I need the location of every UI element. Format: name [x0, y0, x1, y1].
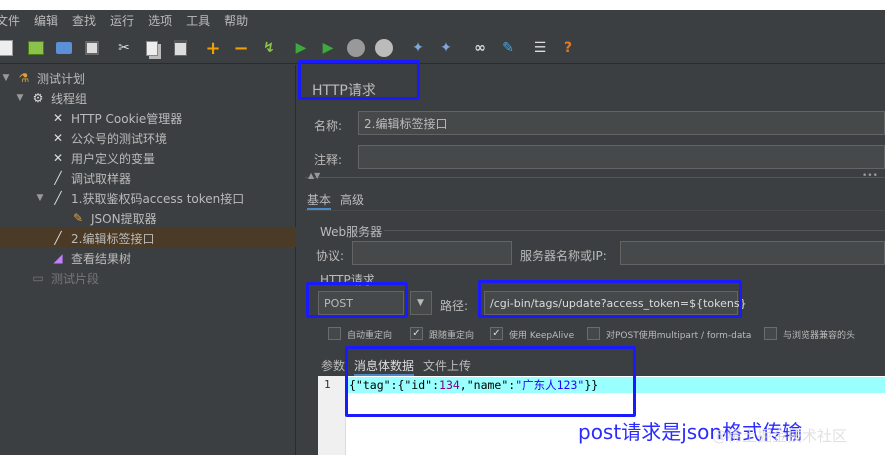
gear-icon: ⚙ [32, 91, 44, 105]
menu-search[interactable]: 查找 [65, 10, 103, 32]
menu-tools[interactable]: 工具 [179, 10, 217, 32]
new-icon[interactable] [0, 38, 16, 58]
stop-icon[interactable] [346, 38, 366, 58]
chevron-down-icon[interactable]: ▼ [14, 93, 26, 103]
tree-node-json-extractor[interactable]: ✎ JSON提取器 [70, 208, 157, 228]
chevron-down-icon[interactable]: ▼ [0, 73, 12, 83]
splitter-arrows-icon[interactable]: ▲▼ [308, 171, 320, 180]
tree-node-cookie-manager[interactable]: ✕ HTTP Cookie管理器 [50, 108, 182, 128]
checkbox-multipart[interactable] [587, 327, 600, 340]
annotation-box-body [345, 346, 636, 417]
chevron-down-icon[interactable]: ▼ [410, 291, 432, 315]
name-label: 名称: [314, 119, 343, 133]
checkbox-multipart-label: 对POST使用multipart / form-data [606, 331, 752, 341]
checkbox-auto-redirect-label: 自动重定向 [347, 331, 393, 341]
chevron-down-icon[interactable]: ▼ [34, 193, 46, 203]
clear-all-icon[interactable]: ✦ [436, 38, 456, 58]
fragment-icon: ▭ [32, 271, 44, 285]
tab-basic[interactable]: 基本 [307, 191, 332, 210]
menu-edit[interactable]: 编辑 [27, 10, 65, 32]
pipette-icon: ╱ [54, 191, 62, 205]
tab-parameters[interactable]: 参数 [321, 357, 345, 374]
wrench-icon: ✕ [52, 111, 64, 125]
server-label: 服务器名称或IP: [520, 249, 607, 263]
save-icon[interactable] [82, 38, 102, 58]
pipette-icon: ╱ [54, 171, 62, 185]
copy-icon[interactable] [142, 38, 162, 58]
document-icon: ✎ [72, 211, 84, 225]
checkbox-keepalive[interactable]: ✓ [490, 327, 503, 340]
toggle-icon[interactable]: ↯ [259, 38, 279, 58]
web-server-divider [384, 230, 885, 231]
checkbox-browser-headers[interactable] [764, 327, 777, 340]
tree-node-result-tree[interactable]: ◢ 查看结果树 [50, 248, 131, 268]
path-label: 路径: [440, 299, 469, 313]
menu-help[interactable]: 帮助 [217, 10, 255, 32]
splitter[interactable] [305, 177, 885, 178]
annotation-box-path [478, 280, 742, 318]
toolbar: ✂ + − ↯ ▶ ▶ ✦ ✦ ∞ ✎ ☰ ? [0, 32, 885, 64]
line-number-gutter [318, 376, 346, 455]
tab-divider [305, 210, 885, 211]
line-number: 1 [324, 378, 331, 391]
tree-node-debug-sampler[interactable]: ╱ 调试取样器 [50, 168, 131, 188]
shutdown-icon[interactable] [374, 38, 394, 58]
expand-icon[interactable]: + [203, 38, 223, 59]
start-no-pause-icon[interactable]: ▶ [318, 38, 338, 58]
menu-options[interactable]: 选项 [141, 10, 179, 32]
collapse-icon[interactable]: − [231, 38, 251, 59]
help-icon[interactable]: ? [558, 38, 578, 58]
start-icon[interactable]: ▶ [291, 38, 311, 58]
top-strip [0, 0, 885, 10]
clear-icon[interactable]: ✦ [408, 38, 428, 58]
tree-node-user-vars[interactable]: ✕ 用户定义的变量 [50, 148, 155, 168]
chart-icon: ◢ [53, 251, 63, 265]
tab-advanced[interactable]: 高级 [340, 191, 364, 208]
tree-node-test-plan[interactable]: ▼ ⚗ 测试计划 [0, 68, 85, 88]
menu-bar: 文件 编辑 查找 运行 选项 工具 帮助 [0, 10, 885, 32]
pipette-icon: ╱ [54, 231, 62, 245]
wrench-icon: ✕ [52, 131, 64, 145]
watermark: @稀土掘金技术社区 [712, 427, 848, 445]
annotation-box-title [298, 60, 420, 100]
server-field[interactable] [620, 241, 885, 265]
tree-node-token-api[interactable]: ▼ ╱ 1.获取鉴权码access token接口 [34, 188, 245, 208]
checkbox-keepalive-label: 使用 KeepAlive [509, 331, 575, 341]
cut-icon[interactable]: ✂ [114, 38, 134, 58]
protocol-field[interactable] [352, 241, 512, 265]
tree-node-test-env[interactable]: ✕ 公众号的测试环境 [50, 128, 167, 148]
reset-search-icon[interactable]: ✎ [498, 38, 518, 58]
more-icon[interactable]: ••• [862, 171, 878, 181]
test-plan-tree: ▼ ⚗ 测试计划 ▼ ⚙ 线程组 ✕ HTTP Cookie管理器 ✕ 公众号的… [0, 65, 296, 455]
paste-icon[interactable] [170, 38, 190, 58]
tree-node-test-fragment[interactable]: ▭ 测试片段 [30, 268, 99, 288]
menu-run[interactable]: 运行 [103, 10, 141, 32]
checkbox-follow-redirect-label: 跟随重定向 [429, 331, 475, 341]
templates-icon[interactable] [26, 38, 46, 58]
web-server-label: Web服务器 [320, 225, 383, 239]
wrench-icon: ✕ [52, 151, 64, 165]
checkbox-auto-redirect[interactable] [328, 327, 341, 340]
checkbox-follow-redirect[interactable]: ✓ [410, 327, 423, 340]
checkbox-browser-headers-label: 与浏览器兼容的头 [783, 331, 856, 341]
protocol-label: 协议: [316, 249, 345, 263]
function-helper-icon[interactable]: ☰ [530, 38, 550, 58]
tree-node-edit-tag-api[interactable]: ╱ 2.编辑标签接口 [50, 228, 154, 248]
name-field[interactable]: 2.编辑标签接口 [358, 111, 885, 135]
comment-label: 注释: [314, 153, 343, 167]
menu-file[interactable]: 文件 [0, 10, 27, 32]
tree-node-thread-group[interactable]: ▼ ⚙ 线程组 [14, 88, 87, 108]
flask-icon: ⚗ [18, 71, 30, 85]
comment-field[interactable] [358, 145, 885, 169]
annotation-box-method [306, 282, 408, 318]
open-icon[interactable] [54, 38, 74, 58]
search-icon[interactable]: ∞ [470, 38, 490, 58]
